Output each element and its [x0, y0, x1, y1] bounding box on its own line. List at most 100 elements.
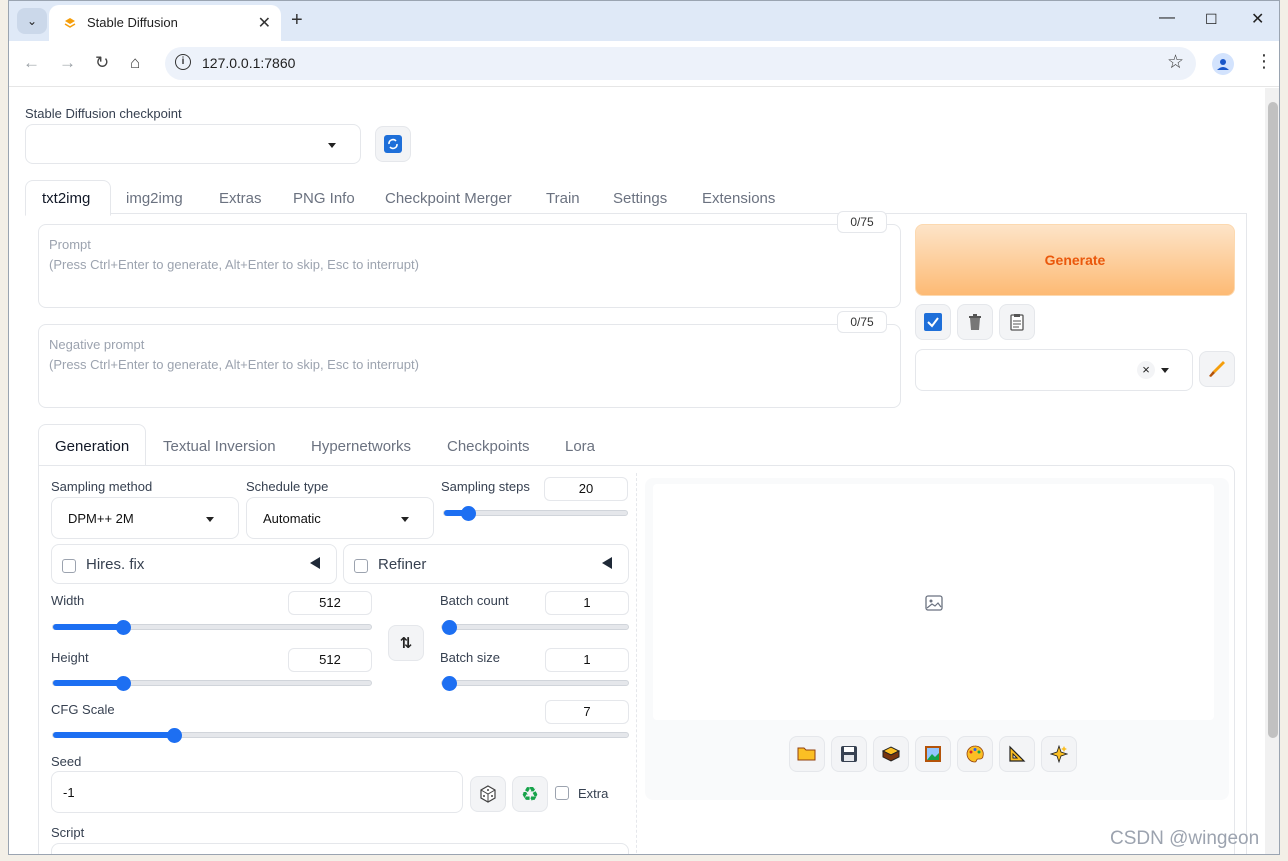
browser-tab[interactable]: Stable Diffusion ✕	[49, 5, 281, 41]
hires-fix-checkbox[interactable]	[62, 559, 76, 573]
tab-img2img[interactable]: img2img	[126, 190, 183, 207]
slider-fill	[53, 732, 174, 738]
sparkles-icon	[1050, 745, 1068, 763]
styles-dropdown[interactable]: ×	[915, 349, 1193, 391]
width-slider[interactable]	[52, 620, 372, 635]
cfg-scale-slider[interactable]	[52, 728, 629, 743]
script-dropdown[interactable]	[51, 843, 629, 854]
open-folder-button[interactable]	[789, 736, 825, 772]
tab-settings[interactable]: Settings	[613, 190, 667, 207]
apply-styles-button[interactable]	[915, 304, 951, 340]
schedule-type-dropdown[interactable]: Automatic	[246, 497, 434, 539]
width-input[interactable]: 512	[288, 591, 372, 615]
tab-txt2img[interactable]: txt2img	[42, 190, 90, 207]
sampling-steps-slider[interactable]	[443, 506, 628, 521]
slider-handle[interactable]	[442, 676, 457, 691]
seed-input[interactable]: -1	[51, 771, 463, 813]
batch-size-label: Batch size	[440, 650, 500, 665]
dropdown-arrow-icon	[401, 517, 409, 522]
clear-styles-icon[interactable]: ×	[1137, 361, 1155, 379]
close-window-icon[interactable]: ✕	[1251, 9, 1264, 29]
address-bar[interactable]: i 127.0.0.1:7860 ☆	[165, 47, 1196, 80]
save-zip-button[interactable]	[873, 736, 909, 772]
reload-icon[interactable]: ↻	[95, 53, 109, 73]
extra-seed-checkbox[interactable]	[555, 786, 569, 800]
random-seed-button[interactable]	[470, 776, 506, 812]
subtab-generation[interactable]: Generation	[55, 438, 129, 455]
slider-handle[interactable]	[167, 728, 182, 743]
profile-avatar-icon[interactable]	[1212, 53, 1234, 75]
vertical-scrollbar[interactable]	[1265, 88, 1279, 854]
seed-label: Seed	[51, 754, 82, 769]
batch-count-slider[interactable]	[441, 620, 629, 635]
prompt-textarea[interactable]: Prompt (Press Ctrl+Enter to generate, Al…	[38, 224, 901, 308]
sampling-steps-input[interactable]: 20	[544, 477, 628, 501]
tab-extras[interactable]: Extras	[219, 190, 262, 207]
tab-search-button[interactable]: ⌄	[17, 8, 47, 34]
reuse-seed-button[interactable]: ♻	[512, 776, 548, 812]
subtab-lora[interactable]: Lora	[565, 438, 595, 455]
prompt-token-counter: 0/75	[837, 211, 887, 233]
save-button[interactable]	[831, 736, 867, 772]
url-text: 127.0.0.1:7860	[202, 55, 296, 71]
dropdown-arrow-icon	[206, 517, 214, 522]
zip-archive-icon	[881, 746, 901, 762]
tab-checkpoint-merger[interactable]: Checkpoint Merger	[385, 190, 512, 207]
height-slider[interactable]	[52, 676, 372, 691]
clear-prompt-button[interactable]	[957, 304, 993, 340]
tab-extensions[interactable]: Extensions	[702, 190, 775, 207]
negative-prompt-textarea[interactable]: Negative prompt (Press Ctrl+Enter to gen…	[38, 324, 901, 408]
subtab-hypernetworks[interactable]: Hypernetworks	[311, 438, 411, 455]
swap-dimensions-button[interactable]: ⇅	[388, 625, 424, 661]
read-generation-params-button[interactable]	[999, 304, 1035, 340]
tab-png-info[interactable]: PNG Info	[293, 190, 355, 207]
clipboard-icon	[1010, 314, 1024, 331]
home-icon[interactable]: ⌂	[130, 53, 140, 73]
close-tab-icon[interactable]: ✕	[258, 13, 271, 33]
checkpoint-dropdown[interactable]	[25, 124, 361, 164]
bookmark-star-icon[interactable]: ☆	[1167, 51, 1184, 74]
negative-prompt-label: Negative prompt	[49, 337, 145, 352]
more-menu-icon[interactable]: ⋮	[1255, 51, 1273, 72]
generate-button[interactable]: Generate	[915, 224, 1235, 296]
trash-icon	[969, 314, 981, 330]
subtab-checkpoints[interactable]: Checkpoints	[447, 438, 530, 455]
collapse-arrow-icon[interactable]	[310, 557, 320, 569]
batch-size-slider[interactable]	[441, 676, 629, 691]
minimize-icon[interactable]: —	[1159, 9, 1175, 27]
batch-count-input[interactable]: 1	[545, 591, 629, 615]
triangular-ruler-icon	[1009, 745, 1026, 762]
sampling-method-dropdown[interactable]: DPM++ 2M	[51, 497, 239, 539]
slider-handle[interactable]	[116, 620, 131, 635]
tab-train[interactable]: Train	[546, 190, 580, 207]
back-arrow-icon[interactable]: ←	[23, 53, 40, 73]
refresh-checkpoint-button[interactable]	[375, 126, 411, 162]
site-info-icon[interactable]: i	[175, 54, 191, 70]
edit-styles-button[interactable]	[1199, 351, 1235, 387]
upscale-button[interactable]	[1041, 736, 1077, 772]
cfg-scale-input[interactable]: 7	[545, 700, 629, 724]
refiner-accordion[interactable]: Refiner	[343, 544, 629, 584]
sampling-method-label: Sampling method	[51, 479, 153, 494]
collapse-arrow-icon[interactable]	[602, 557, 612, 569]
slider-handle[interactable]	[116, 676, 131, 691]
subtab-textual-inversion[interactable]: Textual Inversion	[163, 438, 276, 455]
send-to-extras-button[interactable]	[999, 736, 1035, 772]
scrollbar-thumb[interactable]	[1268, 102, 1278, 738]
send-to-img2img-button[interactable]	[915, 736, 951, 772]
slider-handle[interactable]	[442, 620, 457, 635]
maximize-icon[interactable]: ☐	[1205, 11, 1218, 28]
height-input[interactable]: 512	[288, 648, 372, 672]
tab-strip: ⌄ Stable Diffusion ✕ + — ☐ ✕	[9, 1, 1279, 41]
send-to-inpaint-button[interactable]	[957, 736, 993, 772]
batch-size-input[interactable]: 1	[545, 648, 629, 672]
hires-fix-accordion[interactable]: Hires. fix	[51, 544, 337, 584]
forward-arrow-icon[interactable]: →	[59, 53, 76, 73]
new-tab-icon[interactable]: +	[291, 9, 303, 32]
recycle-icon: ♻	[521, 783, 539, 806]
cfg-scale-label: CFG Scale	[51, 702, 115, 717]
slider-handle[interactable]	[461, 506, 476, 521]
seed-value: -1	[63, 785, 75, 800]
refiner-checkbox[interactable]	[354, 559, 368, 573]
output-image-area	[653, 484, 1214, 720]
